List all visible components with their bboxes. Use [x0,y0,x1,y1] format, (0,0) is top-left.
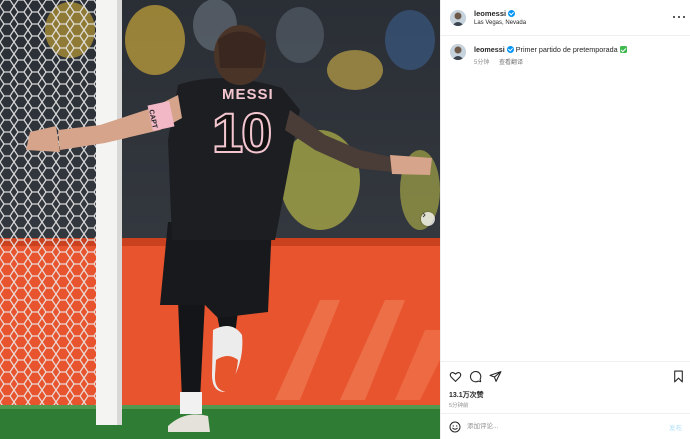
share-icon[interactable] [489,370,502,383]
caption: leomessi Primer partido de pretemporada … [441,40,690,70]
comment-bar: 发布 [441,413,690,439]
avatar[interactable] [450,10,466,26]
post-photo[interactable]: MESSI 10 CAPT [0,0,440,439]
caption-body: Primer partido de pretemporada [515,45,618,54]
action-bar: 13.1万次赞 5分钟前 [441,361,690,413]
check-mark-emoji-icon [619,46,627,53]
chevron-right-icon [422,212,426,218]
comment-icon[interactable] [469,370,482,383]
photo-image [0,0,440,439]
carousel-next-button[interactable] [421,212,435,226]
comment-input[interactable] [467,419,657,434]
emoji-icon[interactable] [449,421,461,433]
post-timestamp: 5分钟前 [449,403,469,409]
post-comment-button[interactable]: 发布 [669,422,682,432]
more-icon[interactable] [673,12,685,22]
verified-badge-icon [506,46,514,53]
caption-time: 5分钟 [474,60,490,66]
location-link[interactable]: Las Vegas, Nevada [474,20,526,26]
header-username[interactable]: leomessi [474,9,516,18]
post-details-panel: leomessi Las Vegas, Nevada leomessi Prim… [440,0,690,439]
heart-icon[interactable] [449,370,462,383]
caption-username[interactable]: leomessi [474,45,505,54]
jersey-number: 10 [211,100,273,165]
likes-count[interactable]: 13.1万次赞 [449,390,484,400]
avatar-image [450,44,466,60]
avatar-image [450,10,466,26]
verified-badge-icon [508,10,516,17]
see-translation-link[interactable]: 查看翻译 [499,60,523,66]
username-text: leomessi [474,9,507,18]
caption-text: leomessi Primer partido de pretemporada [474,45,627,54]
caption-avatar[interactable] [450,44,466,60]
post-header: leomessi Las Vegas, Nevada [441,0,690,36]
caption-meta: 5分钟 查看翻译 [474,57,523,66]
bookmark-icon[interactable] [672,370,685,383]
